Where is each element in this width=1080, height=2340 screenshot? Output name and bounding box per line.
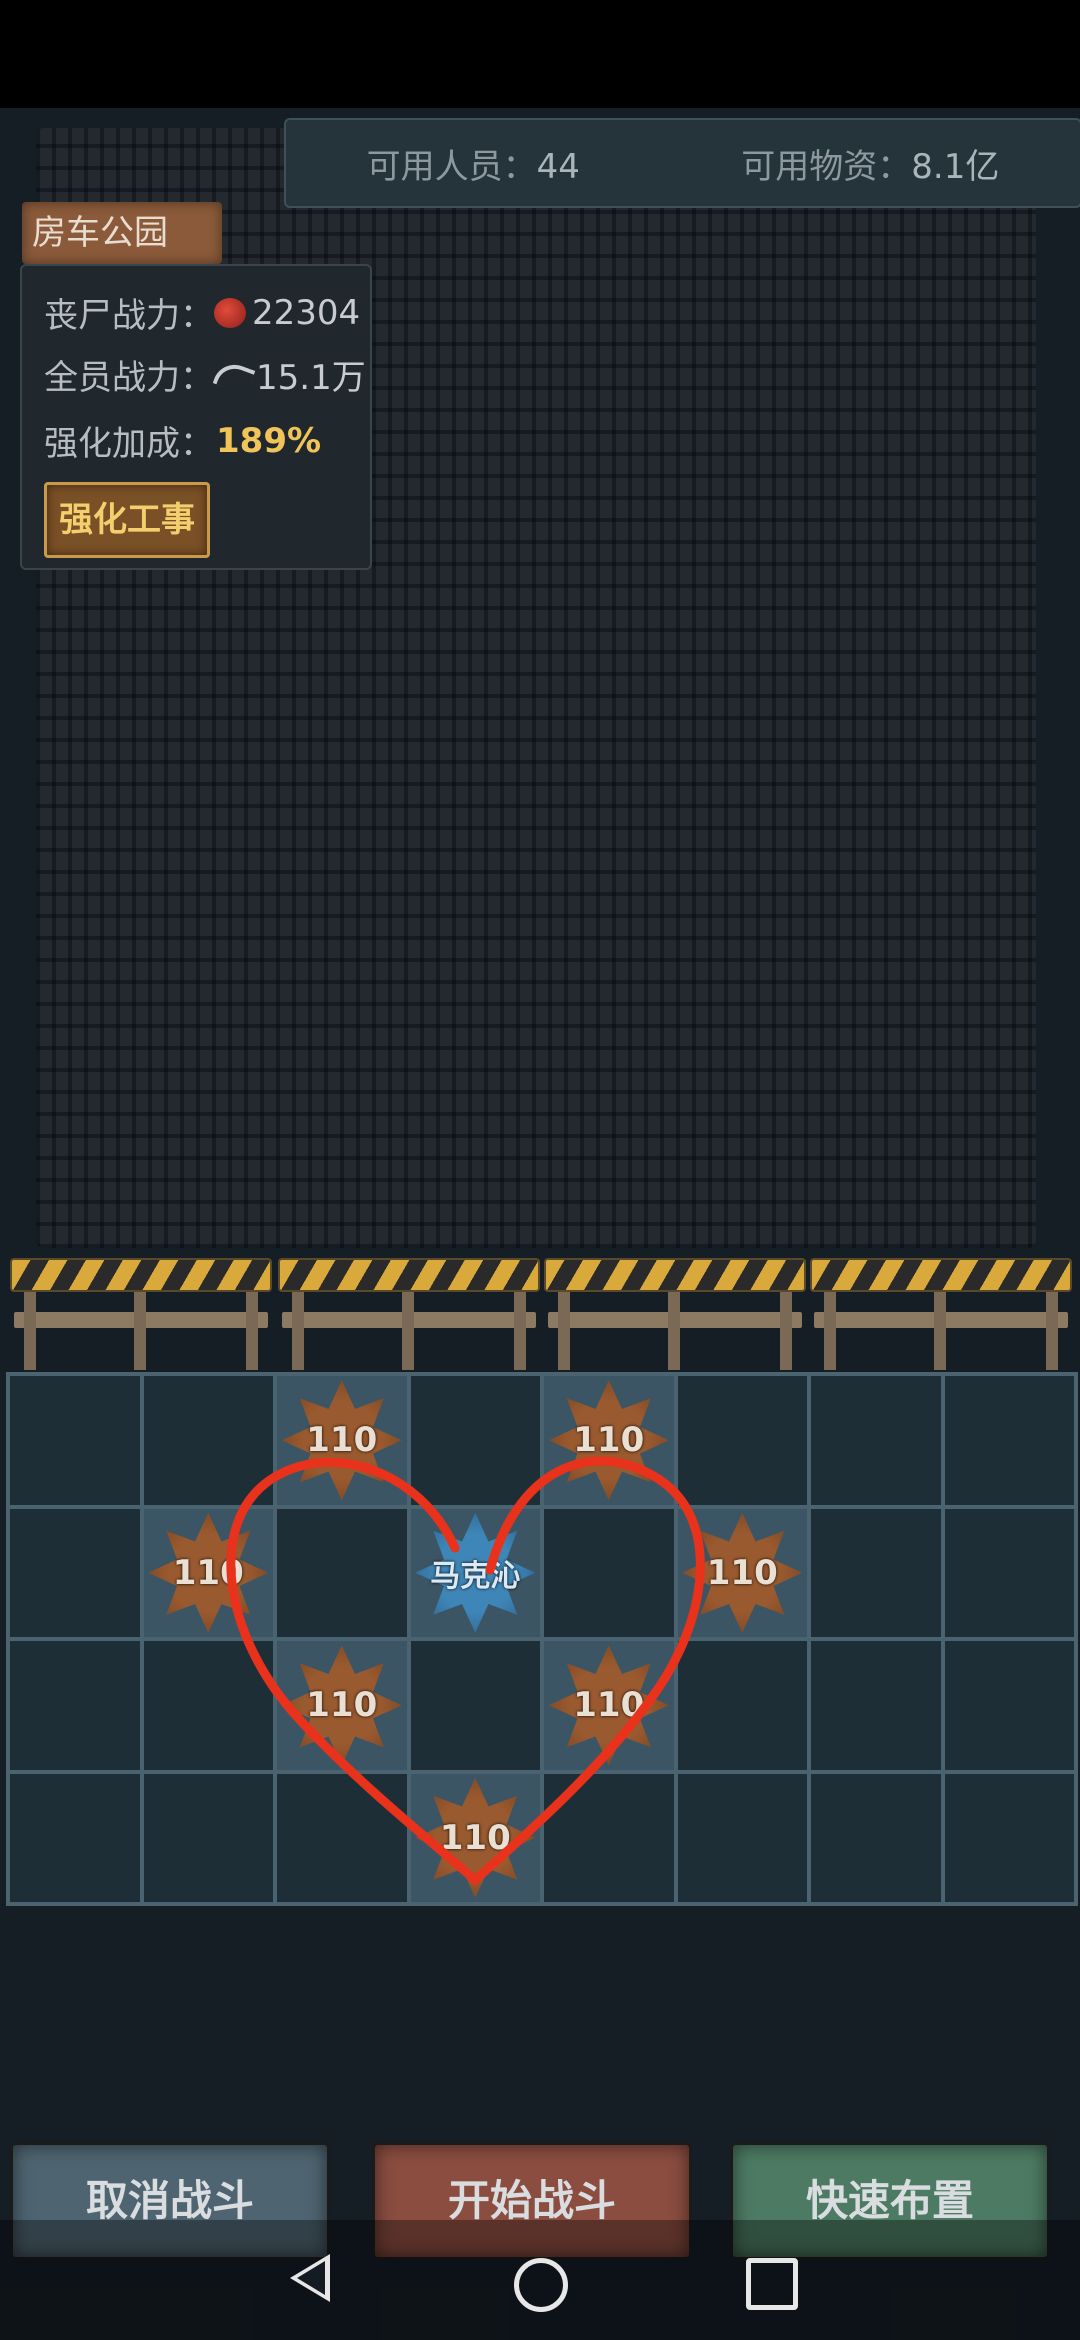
grid-cell[interactable] — [275, 1506, 409, 1639]
grid-cell[interactable] — [8, 1771, 142, 1904]
unit-label: 110 — [573, 1420, 645, 1461]
hero-unit[interactable]: 马克沁 — [415, 1512, 536, 1633]
grid-cell[interactable] — [809, 1506, 943, 1639]
grid-cell[interactable] — [8, 1374, 142, 1507]
barricade-stripe — [544, 1258, 806, 1292]
gun-icon — [214, 360, 250, 390]
unit-label: 110 — [573, 1685, 645, 1726]
grid-cell[interactable] — [942, 1374, 1076, 1507]
grid-cell[interactable]: 110 — [542, 1374, 676, 1507]
grid-cell[interactable] — [942, 1639, 1076, 1772]
team-power-label: 全员战力： — [44, 358, 214, 398]
grid-cell[interactable] — [675, 1374, 809, 1507]
barricade — [544, 1258, 806, 1370]
grid-cell[interactable] — [542, 1771, 676, 1904]
barricade-leg — [668, 1292, 680, 1370]
personnel-value: 44 — [536, 146, 580, 187]
barricade-leg — [402, 1292, 414, 1370]
barricade-leg — [934, 1292, 946, 1370]
unit-label: 110 — [706, 1552, 778, 1593]
team-power-row: 全员战力： 15.1万 — [44, 350, 366, 399]
barricade — [810, 1258, 1072, 1370]
grid-cell[interactable]: 马克沁 — [408, 1506, 542, 1639]
grid-cell[interactable] — [542, 1506, 676, 1639]
barricade-leg — [1046, 1292, 1058, 1370]
zombie-power-label: 丧尸战力： — [44, 296, 214, 336]
grid-cell[interactable] — [408, 1639, 542, 1772]
barricade-leg — [246, 1292, 258, 1370]
enemy-unit[interactable]: 110 — [682, 1512, 803, 1633]
zombie-power-row: 丧尸战力： 22304 — [44, 288, 360, 337]
grid-cell[interactable] — [141, 1771, 275, 1904]
barricade-leg — [292, 1292, 304, 1370]
enemy-unit[interactable]: 110 — [148, 1512, 269, 1633]
supplies-stat: 可用物资：8.1亿 — [741, 139, 999, 188]
location-name: 房车公园 — [22, 202, 222, 264]
grid-cell[interactable] — [809, 1771, 943, 1904]
supplies-label: 可用物资： — [741, 146, 912, 187]
personnel-label: 可用人员： — [366, 146, 537, 187]
enemy-unit[interactable]: 110 — [281, 1645, 402, 1766]
unit-label: 马克沁 — [430, 1558, 521, 1594]
grid-cell[interactable] — [8, 1506, 142, 1639]
barricade-leg — [824, 1292, 836, 1370]
barricade-leg — [24, 1292, 36, 1370]
grid-cell[interactable] — [809, 1374, 943, 1507]
recent-apps-icon[interactable] — [746, 2258, 798, 2310]
resource-bar: 可用人员：44 可用物资：8.1亿 — [284, 118, 1080, 208]
zombie-icon — [214, 297, 246, 328]
grid-cell[interactable] — [942, 1506, 1076, 1639]
boost-row: 强化加成： 189% — [44, 416, 321, 465]
barricade — [10, 1258, 272, 1370]
enemy-unit[interactable]: 110 — [548, 1645, 669, 1766]
zombie-power-value: 22304 — [252, 292, 361, 333]
barricade-stripe — [278, 1258, 540, 1292]
grid-cell[interactable] — [809, 1639, 943, 1772]
grid-cell[interactable]: 110 — [275, 1374, 409, 1507]
grid-cell[interactable]: 110 — [675, 1506, 809, 1639]
supplies-value: 8.1亿 — [911, 146, 1000, 187]
enemy-unit[interactable]: 110 — [415, 1777, 536, 1898]
stats-panel: 丧尸战力： 22304 全员战力： 15.1万 强化加成： 189% 强化工事 — [20, 264, 372, 570]
barricade-leg — [514, 1292, 526, 1370]
personnel-stat: 可用人员：44 — [367, 139, 580, 188]
home-icon[interactable] — [514, 2258, 568, 2312]
unit-label: 110 — [306, 1420, 378, 1461]
grid-cell[interactable]: 110 — [408, 1771, 542, 1904]
fortify-button[interactable]: 强化工事 — [44, 482, 210, 558]
enemy-unit[interactable]: 110 — [548, 1380, 669, 1501]
barricade-stripe — [10, 1258, 272, 1292]
grid-cell[interactable] — [8, 1639, 142, 1772]
barricade-leg — [134, 1292, 146, 1370]
grid-cell[interactable]: 110 — [141, 1506, 275, 1639]
unit-label: 110 — [439, 1817, 511, 1858]
grid-cell[interactable] — [141, 1639, 275, 1772]
unit-label: 110 — [306, 1685, 378, 1726]
grid-cell[interactable]: 110 — [542, 1639, 676, 1772]
barricade-leg — [780, 1292, 792, 1370]
back-icon[interactable] — [290, 2254, 330, 2302]
barricade — [278, 1258, 540, 1370]
grid-cell[interactable] — [408, 1374, 542, 1507]
unit-label: 110 — [172, 1552, 244, 1593]
enemy-unit[interactable]: 110 — [281, 1380, 402, 1501]
grid-cell[interactable] — [942, 1771, 1076, 1904]
barricade-stripe — [810, 1258, 1072, 1292]
status-bar — [0, 0, 1080, 108]
team-power-value: 15.1万 — [256, 358, 366, 398]
boost-label: 强化加成： — [44, 424, 214, 464]
grid-cell[interactable]: 110 — [275, 1639, 409, 1772]
deployment-grid: 110 110 110 马克沁 110 110 110 110 — [6, 1372, 1078, 1906]
grid-cell[interactable] — [675, 1771, 809, 1904]
grid-cell[interactable] — [141, 1374, 275, 1507]
barricade-leg — [558, 1292, 570, 1370]
grid-cell[interactable] — [275, 1771, 409, 1904]
boost-value: 189% — [216, 420, 322, 461]
grid-cell[interactable] — [675, 1639, 809, 1772]
